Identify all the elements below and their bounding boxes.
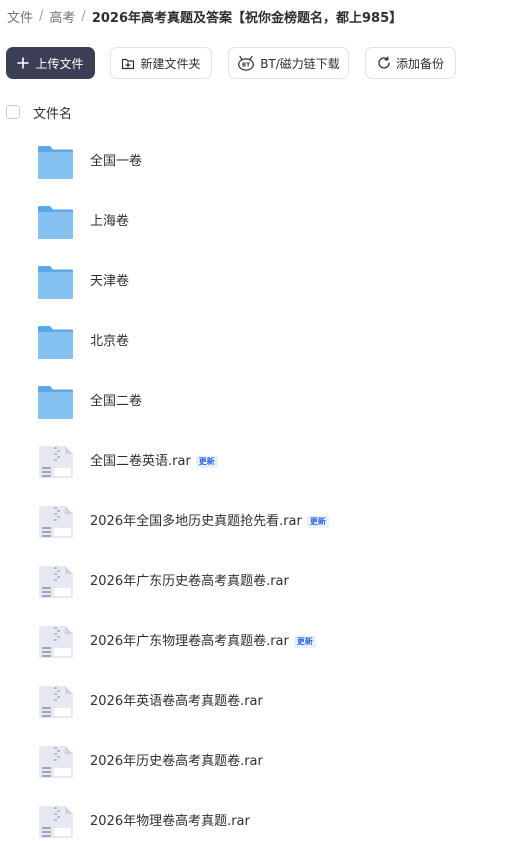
file-name[interactable]: 2026年物理卷高考真题.rar (90, 813, 250, 831)
file-name[interactable]: 全国二卷 (90, 393, 142, 411)
breadcrumb: 文件 / 高考 / 2026年高考真题及答案【祝你金榜题名，都上985】 (7, 6, 402, 26)
file-row[interactable]: 北京卷 (0, 312, 518, 372)
file-name-label: 2026年广东物理卷高考真题卷.rar (90, 634, 289, 649)
file-row[interactable]: 2026年全国多地历史真题抢先看.rar 更新 (0, 492, 518, 552)
folder-icon (37, 324, 74, 360)
breadcrumb-separator: / (39, 8, 44, 24)
toolbar: 上传文件 新建文件夹 BT BT/磁力链下载 添加备份 (6, 47, 456, 79)
file-row[interactable]: 2026年物理卷高考真题.rar (0, 792, 518, 841)
file-name-label: 全国一卷 (90, 154, 143, 169)
file-list-header: 文件名 (6, 103, 72, 122)
file-row[interactable]: 天津卷 (0, 252, 518, 312)
updated-badge: 更新 (293, 636, 316, 648)
file-list: 全国一卷 上海卷 天津卷 北京卷 全国二卷 全国二卷英语.rar 更新 2026年全国多地历史… (0, 132, 518, 841)
new-folder-button-label: 新建文件夹 (140, 56, 201, 71)
bt-magnet-download-button[interactable]: BT BT/磁力链下载 (228, 47, 349, 79)
file-name-label: 天津卷 (90, 274, 130, 289)
file-row[interactable]: 2026年广东历史卷高考真题卷.rar (0, 552, 518, 612)
file-name-label: 2026年英语卷高考真题卷.rar (90, 694, 263, 709)
file-name-label: 2026年历史卷高考真题卷.rar (90, 754, 263, 769)
refresh-icon (377, 56, 391, 70)
bt-icon: BT (237, 55, 255, 71)
folder-icon (37, 144, 74, 180)
archive-file-icon (37, 504, 74, 540)
column-filename[interactable]: 文件名 (33, 103, 72, 122)
file-row[interactable]: 全国一卷 (0, 132, 518, 192)
file-name[interactable]: 2026年广东物理卷高考真题卷.rar 更新 (90, 633, 316, 651)
archive-file-icon (37, 624, 74, 660)
file-name[interactable]: 全国二卷英语.rar 更新 (90, 453, 218, 471)
file-name[interactable]: 上海卷 (90, 213, 129, 231)
plus-icon (17, 57, 30, 69)
file-name[interactable]: 天津卷 (90, 273, 129, 291)
file-name[interactable]: 2026年广东历史卷高考真题卷.rar (90, 573, 289, 591)
file-name-label: 北京卷 (90, 334, 130, 349)
select-all-checkbox[interactable] (6, 105, 20, 119)
updated-badge: 更新 (195, 456, 218, 468)
file-name-label: 2026年物理卷高考真题.rar (90, 814, 250, 829)
file-name-label: 全国二卷英语.rar (90, 454, 191, 469)
file-row[interactable]: 2026年历史卷高考真题卷.rar (0, 732, 518, 792)
svg-text:BT: BT (242, 63, 250, 69)
breadcrumb-item-files[interactable]: 文件 (7, 7, 33, 26)
backup-button-label: 添加备份 (395, 56, 444, 71)
breadcrumb-current-folder: 2026年高考真题及答案【祝你金榜题名，都上985】 (91, 10, 403, 26)
add-backup-button[interactable]: 添加备份 (365, 47, 456, 79)
archive-file-icon (37, 804, 74, 840)
upload-button-label: 上传文件 (35, 56, 84, 71)
bt-button-label: BT/磁力链下载 (260, 56, 340, 71)
updated-badge: 更新 (306, 516, 329, 528)
new-folder-button[interactable]: 新建文件夹 (110, 47, 212, 79)
file-name-label: 2026年广东历史卷高考真题卷.rar (90, 574, 289, 589)
file-name[interactable]: 北京卷 (90, 333, 129, 351)
archive-file-icon (37, 744, 74, 780)
file-name[interactable]: 2026年历史卷高考真题卷.rar (90, 753, 263, 771)
file-row[interactable]: 全国二卷 (0, 372, 518, 432)
upload-button[interactable]: 上传文件 (6, 47, 95, 79)
file-name[interactable]: 2026年英语卷高考真题卷.rar (90, 693, 263, 711)
archive-file-icon (37, 564, 74, 600)
new-folder-icon (121, 57, 135, 70)
file-name-label: 上海卷 (90, 214, 130, 229)
file-name-label: 2026年全国多地历史真题抢先看.rar (90, 514, 302, 529)
archive-file-icon (37, 444, 74, 480)
file-row[interactable]: 2026年广东物理卷高考真题卷.rar 更新 (0, 612, 518, 672)
file-row[interactable]: 2026年英语卷高考真题卷.rar (0, 672, 518, 732)
file-row[interactable]: 全国二卷英语.rar 更新 (0, 432, 518, 492)
folder-icon (37, 264, 74, 300)
folder-icon (37, 204, 74, 240)
file-name-label: 全国二卷 (90, 394, 143, 409)
file-name[interactable]: 全国一卷 (90, 153, 142, 171)
breadcrumb-item-gaokao[interactable]: 高考 (49, 7, 75, 26)
folder-icon (37, 384, 74, 420)
file-name[interactable]: 2026年全国多地历史真题抢先看.rar 更新 (90, 513, 329, 531)
breadcrumb-separator: / (81, 8, 86, 24)
file-row[interactable]: 上海卷 (0, 192, 518, 252)
archive-file-icon (37, 684, 74, 720)
